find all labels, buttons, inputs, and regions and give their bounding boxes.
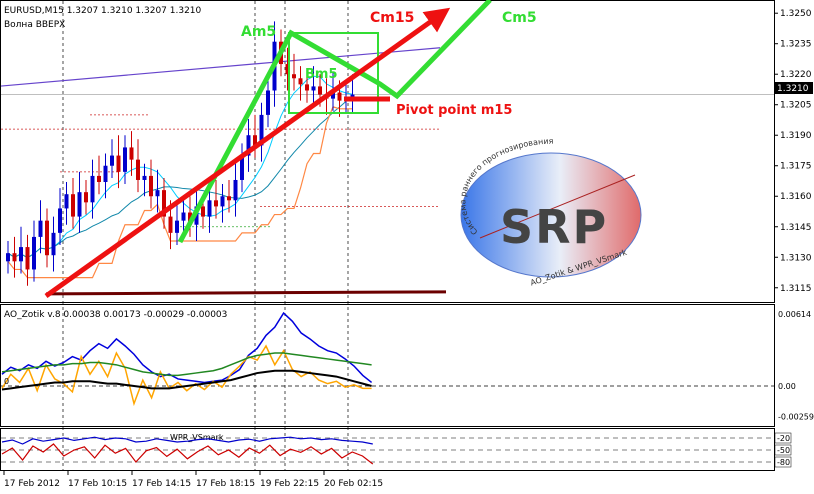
trading-chart: 1.3250 1.3235 1.3220 1.3205 1.3190 1.3175 1.31… (0, 0, 814, 489)
price-tick-label: 1.3235 (780, 40, 812, 50)
candle-body (181, 212, 186, 221)
candle-body (32, 236, 36, 270)
candle-body (149, 175, 153, 197)
candle-body (155, 190, 160, 197)
support-level-line (45, 290, 447, 296)
grid-lines (1, 1, 774, 471)
candle-body (142, 175, 147, 180)
ao-tick-label: 0.00614 (778, 310, 811, 319)
candle-body (318, 86, 322, 95)
label-pivot: Pivot point m15 (396, 103, 512, 118)
time-axis: 17 Feb 2012 17 Feb 10:15 17 Feb 14:15 17 Fe… (3, 471, 383, 489)
candle-body (103, 165, 108, 183)
candle-body (12, 253, 17, 262)
label-cm5: Cm5 (502, 10, 537, 26)
candle-body (220, 196, 225, 207)
wpr-tick-label: -20 (777, 434, 790, 443)
candle-body (71, 194, 75, 217)
wave-direction: Волна ВВЕРХ (4, 20, 65, 30)
candle-body (58, 208, 62, 233)
price-tick-label: 1.3220 (780, 70, 812, 80)
ao-header: AO_Zotik v.8 0.00038 0.00173 -0.00029 -0… (4, 310, 227, 320)
wpr-tick-label: -80 (777, 458, 790, 467)
label-bm5: Bm5 (305, 67, 338, 82)
candle-body (292, 74, 296, 79)
candle-body (175, 220, 179, 233)
candle-body (350, 94, 355, 97)
wpr-header: WPR_VSmark (170, 433, 224, 442)
candle-body (116, 155, 121, 172)
candle-body (311, 86, 316, 91)
ao-series-line (1, 311, 373, 384)
price-tick-label: 1.3160 (780, 192, 812, 202)
candle-body (214, 200, 218, 207)
candle-body (201, 206, 205, 217)
candles (6, 21, 355, 286)
candle-body (233, 179, 238, 201)
candle-body (51, 232, 56, 256)
ao-tick-label: 0.00 (778, 382, 796, 391)
price-badge-text: 1.3210 (777, 84, 809, 94)
price-axis: 1.3250 1.3235 1.3220 1.3205 1.3190 1.3175 1.31… (774, 9, 812, 294)
candle-body (129, 147, 134, 160)
candle-body (298, 78, 303, 85)
candle-body (25, 247, 30, 270)
wpr-indicator: -20 -50 -80 (1, 432, 792, 468)
logo-letters: SRP (500, 200, 608, 254)
price-tick-label: 1.3205 (780, 101, 812, 111)
price-tick-label: 1.3130 (780, 253, 812, 263)
price-tick-label: 1.3175 (780, 162, 812, 172)
candle-body (227, 196, 231, 201)
candle-body (64, 194, 69, 209)
candle-body (305, 84, 309, 91)
candle-body (207, 200, 212, 217)
price-tick-label: 1.3250 (780, 9, 812, 19)
candle-body (266, 90, 270, 115)
candle-body (168, 216, 173, 233)
symbol-header: EURUSD,M15 1.3207 1.3210 1.3207 1.3210 (4, 6, 202, 16)
candle-body (90, 175, 95, 203)
candle-body (19, 247, 23, 262)
candle-body (84, 192, 88, 203)
ao-series-line (1, 352, 372, 377)
time-tick-label: 17 Feb 10:15 (68, 479, 127, 489)
time-tick-label: 17 Feb 2012 (4, 479, 60, 489)
wpr-series-line (1, 443, 374, 465)
candle-body (97, 175, 101, 183)
candle-body (136, 159, 140, 180)
time-tick-label: 17 Feb 14:15 (132, 479, 191, 489)
price-tick-label: 1.3190 (780, 131, 812, 141)
wave-annotations (44, 0, 492, 299)
candle-body (38, 220, 43, 237)
time-tick-label: 19 Feb 22:15 (260, 479, 319, 489)
candle-body (77, 192, 82, 217)
time-tick-label: 17 Feb 18:15 (196, 479, 255, 489)
srp-logo: SRP Система раннего прогнозирования AO_Z… (458, 137, 642, 287)
candle-body (110, 155, 114, 166)
time-tick-label: 20 Feb 02:15 (324, 479, 383, 489)
ao-zero-label: 0 (4, 377, 9, 386)
price-tick-label: 1.3115 (780, 284, 812, 294)
label-cm15: Cm15 (370, 10, 414, 26)
main-panel-frame (0, 0, 775, 303)
wave-green-line (177, 0, 492, 244)
wpr-tick-label: -50 (777, 446, 790, 455)
candle-body (337, 92, 342, 101)
candle-body (45, 220, 49, 256)
label-am5: Am5 (241, 24, 276, 40)
candle-body (6, 253, 10, 262)
wpr-panel-frame (0, 428, 775, 471)
ao-indicator: 0.00614 0.00 -0.00259 0 (1, 310, 814, 421)
price-tick-label: 1.3145 (780, 223, 812, 233)
ao-tick-label: -0.00259 (778, 412, 814, 421)
candle-body (123, 147, 127, 172)
